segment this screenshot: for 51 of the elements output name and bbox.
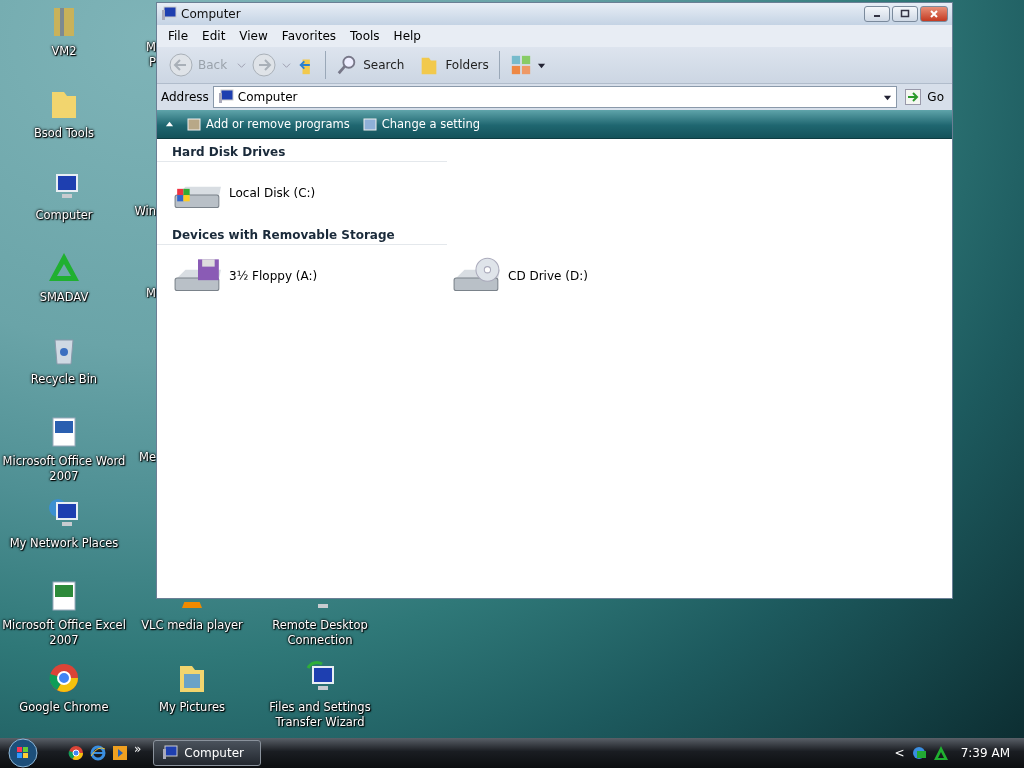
taskbar-button[interactable]: Computer [153,740,262,766]
window-title: Computer [181,7,241,21]
collapse-arrow-icon[interactable] [165,119,174,129]
folders-button[interactable]: Folders [414,52,493,78]
command-link[interactable]: Change a setting [361,116,480,132]
address-field[interactable]: Computer [212,86,898,108]
maximize-icon [900,9,910,19]
computer-icon [161,6,177,22]
media-player-icon[interactable] [112,745,128,761]
drive-item[interactable]: Local Disk (C:) [173,174,452,212]
drive-item[interactable]: CD Drive (D:) [452,257,731,295]
computer-icon [217,89,234,105]
desktop-icon-label[interactable]: My Network Places [9,536,119,551]
maximize-button[interactable] [892,6,918,22]
browser-e-icon[interactable] [90,745,106,761]
menu-item[interactable]: Edit [195,27,233,45]
views-icon [509,54,532,76]
triangle-logo-icon[interactable] [932,745,949,761]
desktop-icon-label[interactable]: Microsoft Office Word 2007 [2,454,126,484]
more-chevron[interactable]: » [134,742,142,756]
network-icon[interactable] [910,745,927,761]
group-heading: Devices with Removable Storage [157,226,447,245]
go-button[interactable]: Go [901,89,948,105]
close-icon [929,9,939,19]
close-button[interactable] [920,6,948,22]
menu-item[interactable]: Tools [343,27,387,45]
desktop-icon-label[interactable]: VLC media player [141,618,243,633]
group-heading: Hard Disk Drives [157,143,447,162]
desktop-icon-label[interactable]: Google Chrome [19,700,109,715]
desktop-icon-label[interactable]: Me [139,450,156,465]
command-link[interactable]: Add or remove programs [186,116,350,132]
computer-icon [162,745,179,761]
menu-item[interactable]: File [161,27,196,45]
menu-item[interactable]: Help [386,27,428,45]
search-button[interactable]: Search [332,52,409,78]
menu-item[interactable]: View [232,27,275,45]
tray-chevron[interactable]: < [894,746,905,760]
start-button[interactable] [8,738,38,768]
address-label: Address [161,90,209,104]
minimize-button[interactable] [864,6,890,22]
program-box-icon [186,116,202,132]
desktop-icon-label[interactable]: Microsoft Office Excel 2007 [2,618,126,648]
drive-item[interactable]: 3½ Floppy (A:) [173,257,452,295]
arrow-right-icon [905,89,922,105]
desktop-icon-label[interactable]: Files and Settings Transfer Wizard [269,700,371,730]
chrome-icon[interactable] [68,745,84,761]
desktop-icon-label[interactable]: Remote Desktop Connection [272,618,368,648]
clock: 7:39 AM [960,746,1010,760]
menu-item[interactable]: Favorites [274,27,344,45]
desktop-icon-label[interactable]: My Pictures [159,700,225,715]
settings-panel-icon [361,116,378,132]
